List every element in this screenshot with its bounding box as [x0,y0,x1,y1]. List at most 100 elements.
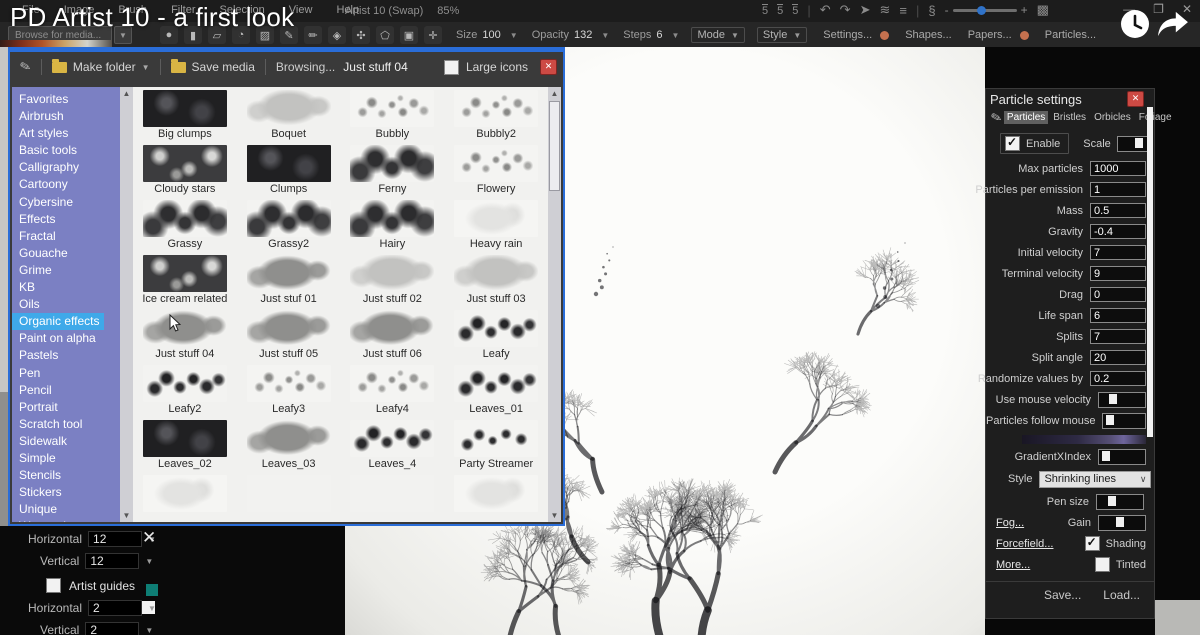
brush-bubbly2[interactable]: Bubbly2 [444,90,548,145]
watch-later-clock-icon[interactable] [1119,8,1151,40]
dropdown-icon[interactable]: ▼ [145,626,153,635]
scroll-up-icon[interactable]: ▲ [548,87,561,100]
category-art-styles[interactable]: Art styles [12,125,120,142]
category-stickers[interactable]: Stickers [12,484,120,501]
size-value[interactable]: 100 [482,29,500,41]
brush-boquet[interactable]: Boquet [237,90,341,145]
papers-button[interactable]: Papers... [968,29,1012,41]
category-pastels[interactable]: Pastels [12,347,120,364]
more-link[interactable]: More... [996,559,1030,571]
grid-scrollbar[interactable]: ▲ ▼ [548,87,561,522]
horizontal2-value[interactable]: 2 [88,600,142,616]
category-portrait[interactable]: Portrait [12,399,120,416]
life-span-input[interactable] [1090,308,1146,323]
undo-icon[interactable]: ↶ [820,2,831,18]
steps-dropdown-icon[interactable]: ▼ [672,31,680,40]
vertical2-value[interactable]: 2 [85,622,139,635]
gradient-preview-bar[interactable] [1022,435,1146,444]
shapes-button[interactable]: Shapes... [905,29,951,41]
style-select[interactable]: Shrinking lines ∨ [1039,471,1151,488]
lines-icon[interactable]: ≡ [899,3,907,18]
brush-ice-cream-related[interactable]: Ice cream related [133,255,237,310]
redo-icon[interactable]: ↷ [840,2,851,18]
brush-bubbly[interactable]: Bubbly [341,90,445,145]
drag-input[interactable] [1090,287,1146,302]
category-paint-on-alpha[interactable]: Paint on alpha [12,330,120,347]
particles-button[interactable]: Particles... [1045,29,1096,41]
category-cybersine[interactable]: Cybersine [12,194,120,211]
settings-button[interactable]: Settings... [823,29,872,41]
initial-velocity-input[interactable] [1090,245,1146,260]
particles-per-emission-input[interactable] [1090,182,1146,197]
category-airbrush[interactable]: Airbrush [12,108,120,125]
opacity-value[interactable]: 132 [574,29,592,41]
fog-link[interactable]: Fog... [996,517,1024,529]
stroke-preset-3-icon[interactable]: 5 [792,4,798,17]
category-organic-effects[interactable]: Organic effects [12,313,104,330]
brush-unnamed[interactable] [237,475,341,522]
size-dropdown-icon[interactable]: ▼ [510,31,518,40]
make-folder-button[interactable]: Make folder [73,60,136,74]
pen-size-slider[interactable] [1096,494,1144,510]
media-browser-close-button[interactable]: ✕ [540,59,557,75]
category-oils[interactable]: Oils [12,296,120,313]
brush-leafy2[interactable]: Leafy2 [133,365,237,420]
tab-orbicles[interactable]: Orbicles [1091,111,1134,124]
enable-checkbox[interactable] [1005,136,1020,151]
save-button[interactable]: Save... [1044,588,1081,602]
zoom-slider[interactable]: -+ [945,3,1028,17]
category-calligraphy[interactable]: Calligraphy [12,159,120,176]
pin-icon[interactable]: ✎ [989,108,1004,126]
brush-leafy[interactable]: Leafy [444,310,548,365]
tinted-checkbox[interactable] [1095,557,1110,572]
brush-leaves_03[interactable]: Leaves_03 [237,420,341,475]
spline-icon[interactable]: § [928,3,935,18]
gravity-input[interactable] [1090,224,1146,239]
gradientxindex-slider[interactable] [1098,449,1146,465]
shading-checkbox[interactable] [1085,536,1100,551]
terminal-velocity-input[interactable] [1090,266,1146,281]
vertical-value[interactable]: 12 [85,553,139,569]
teal-color-swatch[interactable] [146,584,158,596]
scrollbar-thumb[interactable] [549,101,560,191]
use-mouse-velocity-slider[interactable] [1098,392,1146,408]
category-fractal[interactable]: Fractal [12,228,120,245]
category-kb[interactable]: KB [12,279,120,296]
category-favorites[interactable]: Favorites [12,91,120,108]
brush-just-stuff-05[interactable]: Just stuff 05 [237,310,341,365]
stroke-preset-1-icon[interactable]: 5 [762,4,768,17]
smooth-stroke-icon[interactable]: ≋ [879,2,890,18]
mode-dropdown[interactable]: Mode▼ [691,27,744,43]
category-watercolor[interactable]: Watercolor [12,518,120,522]
stamp-icon[interactable]: ▣ [400,26,418,44]
brush-just-stuff-02[interactable]: Just stuff 02 [341,255,445,310]
brush-heavy-rain[interactable]: Heavy rain [444,200,548,255]
dropdown-icon[interactable]: ▼ [145,557,153,566]
particles-follow-mouse-slider[interactable] [1102,413,1146,429]
steps-value[interactable]: 6 [656,29,662,41]
opacity-dropdown-icon[interactable]: ▼ [601,31,609,40]
category-unique[interactable]: Unique [12,501,120,518]
color-palette-strip[interactable] [0,40,112,47]
brush-cloudy-stars[interactable]: Cloudy stars [133,145,237,200]
tab-bristles[interactable]: Bristles [1050,111,1089,124]
category-gouache[interactable]: Gouache [12,245,120,262]
category-effects[interactable]: Effects [12,211,120,228]
save-media-button[interactable]: Save media [192,60,255,74]
brush-leafy3[interactable]: Leafy3 [237,365,341,420]
splits-input[interactable] [1090,329,1146,344]
load-button[interactable]: Load... [1103,588,1140,602]
pencil-icon[interactable]: ✏ [304,26,322,44]
category-sidewalk[interactable]: Sidewalk [12,433,120,450]
pin-icon[interactable]: ✎ [18,58,33,76]
category-pencil[interactable]: Pencil [12,382,120,399]
category-simple[interactable]: Simple [12,450,120,467]
brush-leafy4[interactable]: Leafy4 [341,365,445,420]
forcefield-link[interactable]: Forcefield... [996,538,1053,550]
category-pen[interactable]: Pen [12,365,120,382]
scatter-icon[interactable]: ✣ [352,26,370,44]
brush-grassy2[interactable]: Grassy2 [237,200,341,255]
brush-grassy[interactable]: Grassy [133,200,237,255]
brush-big-clumps[interactable]: Big clumps [133,90,237,145]
particle-settings-close-button[interactable]: ✕ [1127,91,1144,107]
